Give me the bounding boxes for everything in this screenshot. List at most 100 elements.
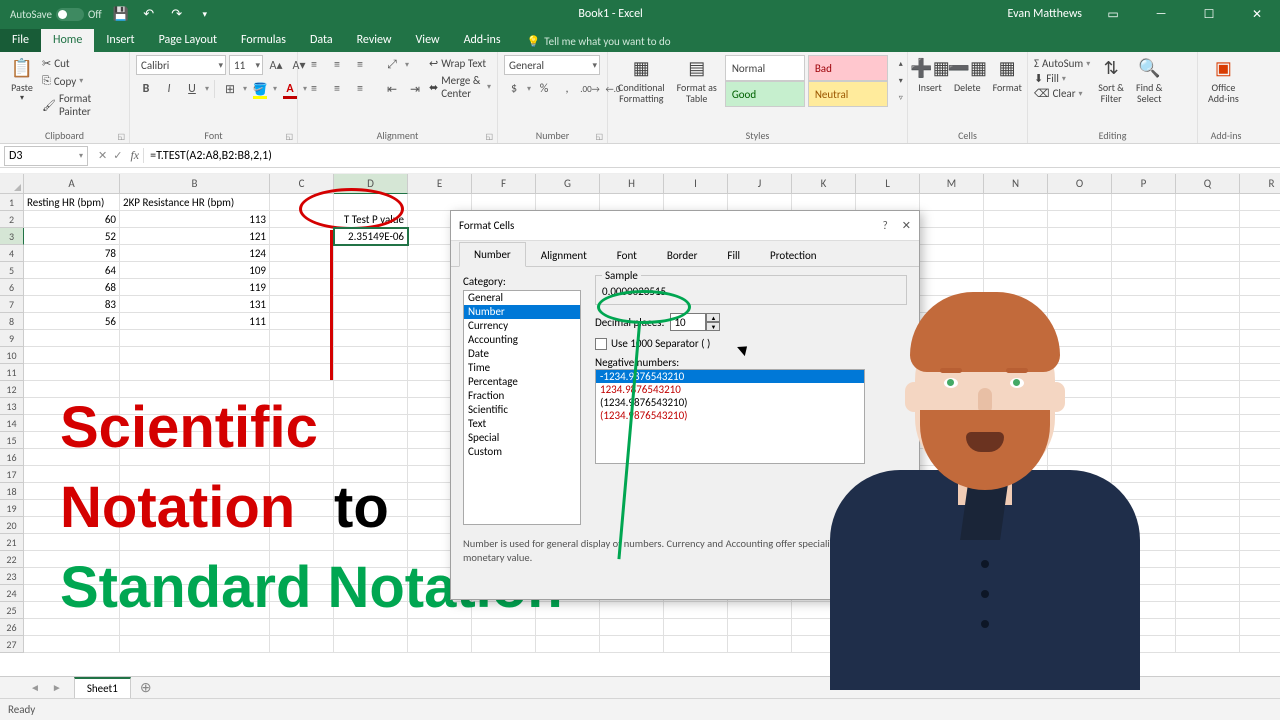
cell-C15[interactable] bbox=[270, 432, 334, 449]
name-box[interactable]: D3 bbox=[4, 146, 88, 166]
cell-B17[interactable] bbox=[120, 466, 270, 483]
cell-C22[interactable] bbox=[270, 551, 334, 568]
row-header-26[interactable]: 26 bbox=[0, 619, 24, 636]
cell-A3[interactable]: 52 bbox=[24, 228, 120, 245]
cell-O4[interactable] bbox=[1048, 245, 1112, 262]
cell-Q6[interactable] bbox=[1176, 279, 1240, 296]
dialog-tab-fill[interactable]: Fill bbox=[712, 243, 755, 267]
redo-icon[interactable]: ↷ bbox=[168, 5, 186, 23]
cell-A8[interactable]: 56 bbox=[24, 313, 120, 330]
cell-P4[interactable] bbox=[1112, 245, 1176, 262]
cell-N19[interactable] bbox=[984, 500, 1048, 517]
cell-Q25[interactable] bbox=[1176, 602, 1240, 619]
cell-N7[interactable] bbox=[984, 296, 1048, 313]
column-header-F[interactable]: F bbox=[472, 174, 536, 194]
negative-option-2[interactable]: (1234.9876543210) bbox=[596, 396, 864, 409]
select-all-button[interactable] bbox=[0, 174, 24, 194]
negative-numbers-list[interactable]: -1234.98765432101234.9876543210(1234.987… bbox=[595, 369, 865, 464]
font-name-combo[interactable]: Calibri bbox=[136, 55, 226, 75]
cell-N25[interactable] bbox=[984, 602, 1048, 619]
cell-D23[interactable] bbox=[334, 568, 408, 585]
cell-I25[interactable] bbox=[664, 602, 728, 619]
cell-M7[interactable] bbox=[920, 296, 984, 313]
cell-D8[interactable] bbox=[334, 313, 408, 330]
cell-M3[interactable] bbox=[920, 228, 984, 245]
row-header-9[interactable]: 9 bbox=[0, 330, 24, 347]
cell-Q14[interactable] bbox=[1176, 415, 1240, 432]
cell-style-good[interactable]: Good bbox=[725, 81, 805, 107]
cell-Q4[interactable] bbox=[1176, 245, 1240, 262]
cell-Q15[interactable] bbox=[1176, 432, 1240, 449]
category-percentage[interactable]: Percentage bbox=[464, 375, 580, 389]
column-header-C[interactable]: C bbox=[270, 174, 334, 194]
cell-O22[interactable] bbox=[1048, 551, 1112, 568]
cell-C16[interactable] bbox=[270, 449, 334, 466]
cell-P15[interactable] bbox=[1112, 432, 1176, 449]
cell-A22[interactable] bbox=[24, 551, 120, 568]
cell-M19[interactable] bbox=[920, 500, 984, 517]
cell-R18[interactable] bbox=[1240, 483, 1280, 500]
underline-button[interactable]: U bbox=[182, 79, 202, 99]
cell-P14[interactable] bbox=[1112, 415, 1176, 432]
cell-A5[interactable]: 64 bbox=[24, 262, 120, 279]
dialog-tab-font[interactable]: Font bbox=[602, 243, 652, 267]
cell-G1[interactable] bbox=[536, 194, 600, 211]
cell-M14[interactable] bbox=[920, 415, 984, 432]
cell-N13[interactable] bbox=[984, 398, 1048, 415]
cell-C11[interactable] bbox=[270, 364, 334, 381]
cell-B1[interactable]: 2KP Resistance HR (bpm) bbox=[120, 194, 270, 211]
cell-F25[interactable] bbox=[472, 602, 536, 619]
negative-option-3[interactable]: (1234.9876543210) bbox=[596, 409, 864, 422]
cell-N6[interactable] bbox=[984, 279, 1048, 296]
cell-B5[interactable]: 109 bbox=[120, 262, 270, 279]
cell-B18[interactable] bbox=[120, 483, 270, 500]
cell-N26[interactable] bbox=[984, 619, 1048, 636]
cell-Q22[interactable] bbox=[1176, 551, 1240, 568]
cell-P17[interactable] bbox=[1112, 466, 1176, 483]
decrease-indent-icon[interactable]: ⇤ bbox=[382, 79, 402, 99]
category-fraction[interactable]: Fraction bbox=[464, 389, 580, 403]
cell-A27[interactable] bbox=[24, 636, 120, 653]
cell-R10[interactable] bbox=[1240, 347, 1280, 364]
cell-G27[interactable] bbox=[536, 636, 600, 653]
row-header-20[interactable]: 20 bbox=[0, 517, 24, 534]
cut-button[interactable]: ✂ Cut bbox=[42, 57, 123, 70]
cell-M18[interactable] bbox=[920, 483, 984, 500]
column-header-A[interactable]: A bbox=[24, 174, 120, 194]
cell-O5[interactable] bbox=[1048, 262, 1112, 279]
tab-home[interactable]: Home bbox=[41, 29, 94, 52]
cell-P25[interactable] bbox=[1112, 602, 1176, 619]
cell-C18[interactable] bbox=[270, 483, 334, 500]
cell-Q16[interactable] bbox=[1176, 449, 1240, 466]
align-bottom-icon[interactable]: ≡ bbox=[350, 55, 370, 75]
close-icon[interactable]: ✕ bbox=[1240, 0, 1274, 28]
styles-more-icon[interactable]: ▿ bbox=[894, 91, 908, 105]
cell-O7[interactable] bbox=[1048, 296, 1112, 313]
border-button[interactable]: ⊞ bbox=[220, 79, 240, 99]
cell-K25[interactable] bbox=[792, 602, 856, 619]
cell-M22[interactable] bbox=[920, 551, 984, 568]
dialog-launcher-icon[interactable]: ◱ bbox=[117, 132, 125, 142]
cell-B10[interactable] bbox=[120, 347, 270, 364]
cell-M8[interactable] bbox=[920, 313, 984, 330]
wrap-text-button[interactable]: ↩ Wrap Text bbox=[429, 57, 491, 70]
cell-N5[interactable] bbox=[984, 262, 1048, 279]
cell-A9[interactable] bbox=[24, 330, 120, 347]
cell-M16[interactable] bbox=[920, 449, 984, 466]
cell-C14[interactable] bbox=[270, 415, 334, 432]
find-select-button[interactable]: 🔍Find & Select bbox=[1132, 55, 1166, 106]
cell-B21[interactable] bbox=[120, 534, 270, 551]
cell-D11[interactable] bbox=[334, 364, 408, 381]
column-header-H[interactable]: H bbox=[600, 174, 664, 194]
cell-O20[interactable] bbox=[1048, 517, 1112, 534]
cell-O17[interactable] bbox=[1048, 466, 1112, 483]
cell-R22[interactable] bbox=[1240, 551, 1280, 568]
cell-D27[interactable] bbox=[334, 636, 408, 653]
cell-J26[interactable] bbox=[728, 619, 792, 636]
copy-button[interactable]: ⎘ Copy ▾ bbox=[42, 74, 123, 88]
insert-cells-button[interactable]: ➕▦Insert bbox=[914, 55, 946, 95]
cell-D10[interactable] bbox=[334, 347, 408, 364]
format-painter-button[interactable]: 🖌 Format Painter bbox=[42, 92, 123, 118]
cell-B26[interactable] bbox=[120, 619, 270, 636]
cell-D26[interactable] bbox=[334, 619, 408, 636]
